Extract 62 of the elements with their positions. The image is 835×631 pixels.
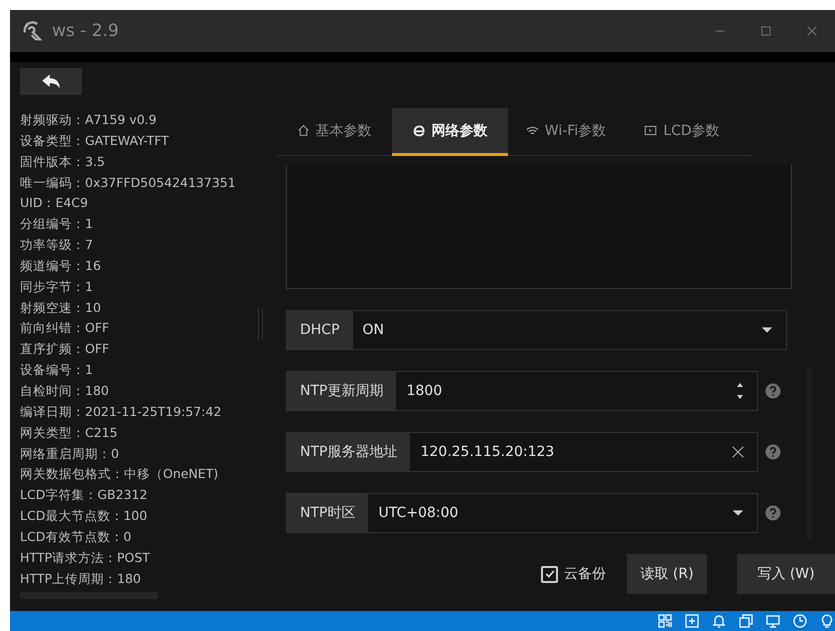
lightbulb-icon[interactable]: [819, 613, 835, 629]
copy-icon[interactable]: [738, 613, 754, 629]
read-button[interactable]: 读取 (R): [627, 554, 707, 594]
info-line: 编译日期：2021-11-25T19:57:42: [20, 402, 222, 421]
cloud-backup-checkbox[interactable]: 云备份: [541, 565, 606, 583]
input-field[interactable]: NTP服务器地址 120.25.115.20:123: [286, 432, 758, 472]
help-icon[interactable]: [764, 444, 780, 460]
info-line: 网关类型：C215: [20, 424, 118, 442]
info-line: 同步字节：1: [20, 278, 93, 296]
info-line: HTTP请求方法：POST: [20, 548, 150, 567]
info-line: LCD字符集：GB2312: [20, 486, 148, 504]
field-label: NTP时区: [287, 494, 368, 532]
info-line: 直序扩频：OFF: [20, 340, 110, 358]
tab[interactable]: LCD参数: [624, 108, 740, 156]
info-line: 网关数据包格式：中移（OneNET): [20, 465, 218, 484]
home-icon: [296, 124, 310, 137]
info-line: 设备类型：GATEWAY-TFT: [20, 132, 169, 150]
app-logo-icon: [22, 20, 44, 42]
bell-icon[interactable]: [711, 613, 727, 629]
letter-e-icon: [412, 124, 426, 137]
info-line: 设备编号：1: [20, 361, 93, 380]
dropdown[interactable]: DHCP ON: [286, 310, 787, 350]
checkmark-icon: [544, 568, 556, 580]
info-line: UID：E4C9: [20, 194, 88, 212]
write-button[interactable]: 写入 (W): [737, 554, 835, 594]
info-line: 分组编号：1: [20, 215, 93, 234]
close-icon: [806, 25, 818, 37]
spin-up-icon[interactable]: [735, 381, 745, 389]
info-line: 射频空速：10: [20, 298, 101, 317]
window-title: ws - 2.9: [52, 21, 119, 41]
info-line: 前向纠错：OFF: [20, 319, 110, 338]
clear-icon[interactable]: [731, 445, 745, 459]
spin-down-icon[interactable]: [735, 393, 745, 401]
field-label: DHCP: [287, 311, 353, 349]
grid-icon[interactable]: [657, 613, 673, 629]
help-icon[interactable]: [764, 383, 780, 399]
tab[interactable]: 基本参数: [276, 108, 392, 156]
field-label: NTP服务器地址: [287, 433, 410, 471]
info-line: 唯一编码：0x37FFD505424137351: [20, 174, 236, 192]
back-button[interactable]: [20, 68, 82, 95]
info-line: 功率等级：7: [20, 236, 93, 254]
info-line: 频道编号：16: [20, 256, 101, 275]
info-line: HTTP上传周期：180: [20, 570, 141, 588]
wifi-icon: [526, 124, 539, 137]
maximize-icon: [760, 25, 772, 37]
screen-icon: [644, 124, 658, 137]
input-field[interactable]: NTP更新周期 1800: [286, 371, 758, 411]
info-line: 射频驱动：A7159 v0.9: [20, 111, 157, 129]
info-line: LCD有效节点数：0: [20, 528, 132, 546]
tab[interactable]: 网络参数: [392, 108, 508, 156]
info-line: 固件版本：3.5: [20, 152, 105, 171]
field-label: NTP更新周期: [287, 372, 396, 410]
splitter-handle[interactable]: [258, 309, 263, 339]
help-icon[interactable]: [764, 505, 780, 521]
tab[interactable]: Wi-Fi参数: [508, 108, 624, 156]
clock-icon[interactable]: [792, 613, 808, 629]
dropdown[interactable]: NTP时区 UTC+08:00: [286, 493, 758, 533]
info-line: 网络重启周期：0: [20, 444, 119, 462]
info-line: LCD最大节点数：100: [20, 507, 148, 526]
info-line: 自检时间：180: [20, 382, 109, 400]
plus-box-icon[interactable]: [684, 613, 700, 629]
monitor-icon[interactable]: [765, 613, 781, 629]
